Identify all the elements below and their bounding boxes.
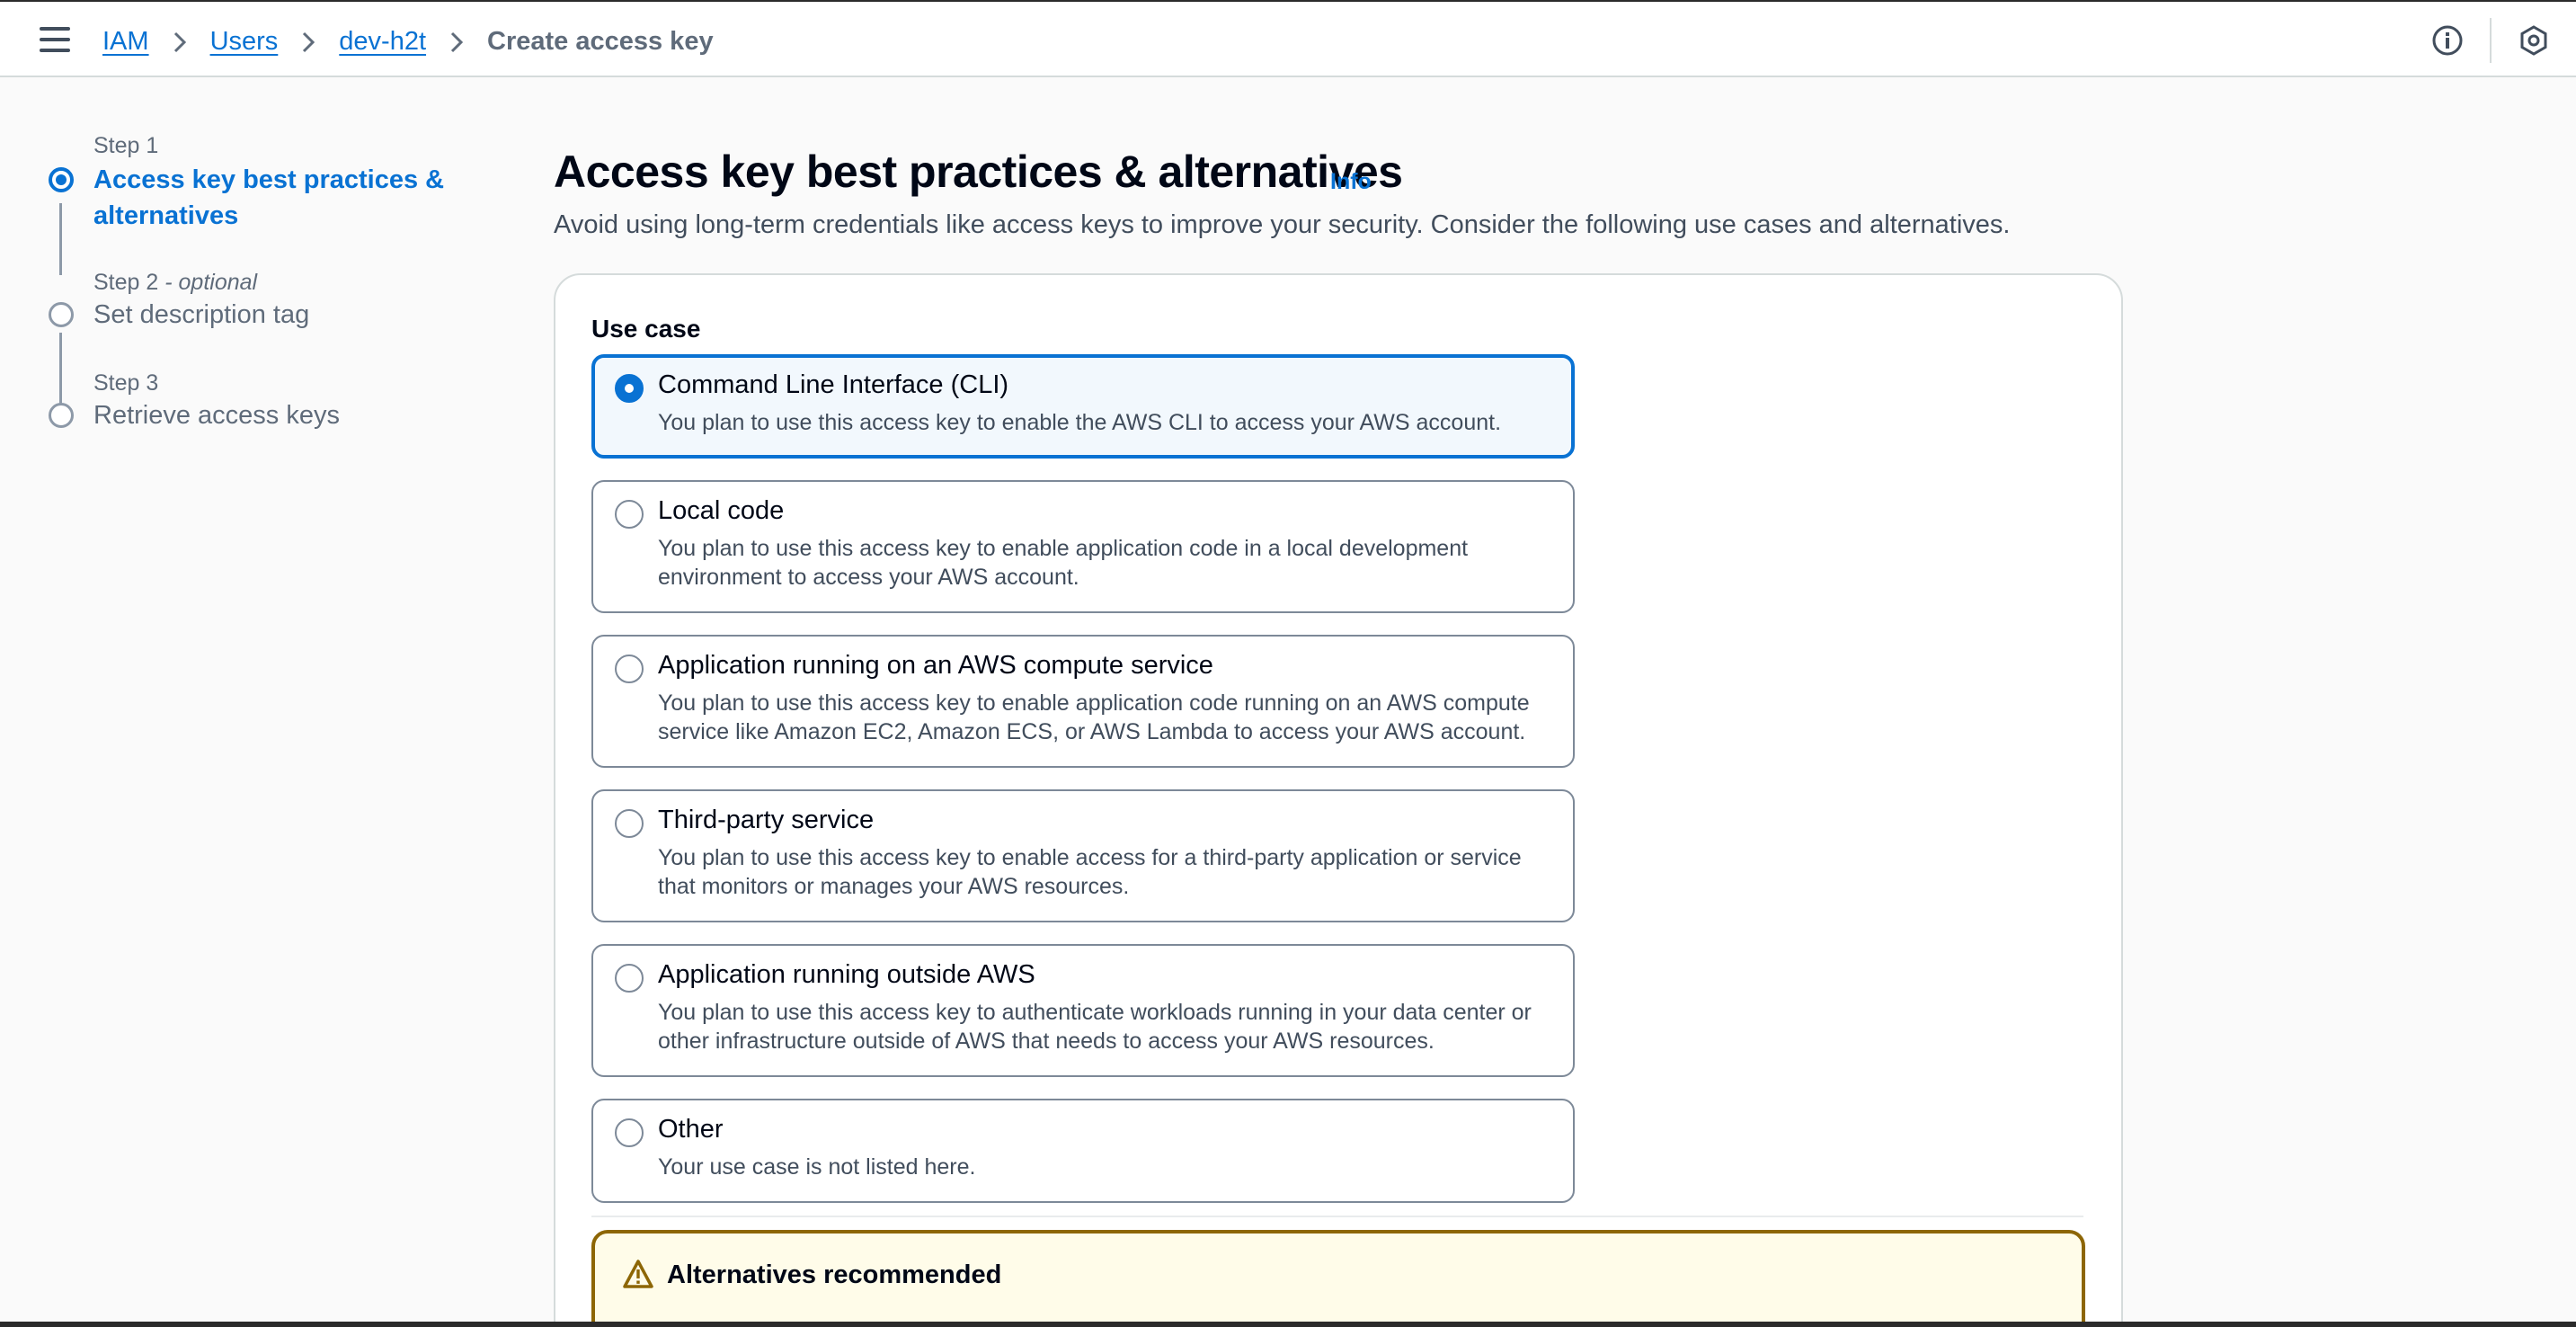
- toolbar-divider: [2490, 18, 2492, 63]
- section-divider: [591, 1216, 2083, 1217]
- breadcrumb: IAM Users dev-h2t Create access key: [102, 23, 714, 59]
- option-description: You plan to use this access key to enabl…: [658, 410, 1502, 435]
- page-description: Avoid using long-term credentials like a…: [554, 210, 2011, 239]
- use-case-label: Use case: [591, 315, 701, 343]
- alert-title: Alternatives recommended: [667, 1260, 1002, 1289]
- step-indicator-icon: [49, 302, 74, 327]
- step-label: Step 2 - optional: [93, 270, 258, 295]
- option-title: Application running outside AWS: [658, 960, 1035, 989]
- page-title: Access key best practices & alternatives: [554, 147, 1403, 197]
- radio-button[interactable]: [615, 809, 644, 838]
- option-title: Application running on an AWS compute se…: [658, 651, 1213, 680]
- radio-button[interactable]: [615, 500, 644, 529]
- breadcrumb-link-user[interactable]: dev-h2t: [339, 27, 426, 57]
- use-case-option-other[interactable]: Other Your use case is not listed here.: [591, 1099, 1575, 1203]
- chevron-right-icon: [426, 27, 487, 57]
- chevron-right-icon: [278, 27, 339, 57]
- option-title: Local code: [658, 496, 785, 525]
- use-case-option-cli[interactable]: Command Line Interface (CLI) You plan to…: [591, 354, 1575, 459]
- option-title: Third-party service: [658, 806, 875, 834]
- option-description: You plan to use this access key to enabl…: [658, 690, 1530, 744]
- step-title: Set description tag: [93, 300, 310, 329]
- use-case-option-local-code[interactable]: Local code You plan to use this access k…: [591, 480, 1575, 613]
- radio-button[interactable]: [615, 1118, 644, 1147]
- option-description: You plan to use this access key to enabl…: [658, 536, 1469, 590]
- warning-triangle-icon: [622, 1259, 654, 1289]
- option-description: You plan to use this access key to authe…: [658, 1000, 1532, 1054]
- radio-button[interactable]: [615, 655, 644, 683]
- step-connector: [59, 333, 62, 405]
- alternatives-alert: Alternatives recommended: [591, 1230, 2085, 1327]
- step-label: Step 1: [93, 133, 159, 158]
- top-navigation-bar: IAM Users dev-h2t Create access key: [0, 0, 2576, 77]
- info-circle-icon[interactable]: [2430, 23, 2465, 58]
- step-label: Step 3: [93, 370, 159, 396]
- breadcrumb-link-users[interactable]: Users: [210, 27, 279, 57]
- step-indicator-active-icon: [49, 167, 74, 192]
- option-description: Your use case is not listed here.: [658, 1154, 976, 1180]
- hamburger-menu-icon[interactable]: [40, 27, 70, 52]
- radio-button-selected[interactable]: [615, 374, 644, 403]
- step-indicator-icon: [49, 403, 74, 428]
- use-case-option-third-party[interactable]: Third-party service You plan to use this…: [591, 789, 1575, 922]
- chevron-right-icon: [149, 27, 210, 57]
- radio-button[interactable]: [615, 964, 644, 993]
- breadcrumb-link-iam[interactable]: IAM: [102, 27, 149, 57]
- breadcrumb-current: Create access key: [487, 26, 714, 56]
- step-title[interactable]: Access key best practices & alternatives: [93, 162, 471, 234]
- hexagon-settings-icon[interactable]: [2517, 23, 2551, 58]
- step-optional-label: - optional: [164, 270, 258, 295]
- step-title: Retrieve access keys: [93, 401, 340, 430]
- option-title: Command Line Interface (CLI): [658, 370, 1009, 399]
- option-description: You plan to use this access key to enabl…: [658, 845, 1522, 899]
- use-case-option-aws-compute[interactable]: Application running on an AWS compute se…: [591, 635, 1575, 768]
- info-link[interactable]: Info: [1330, 169, 1372, 195]
- use-case-option-outside-aws[interactable]: Application running outside AWS You plan…: [591, 944, 1575, 1077]
- window-bottom-edge: [0, 1322, 2576, 1327]
- step-connector: [59, 203, 62, 275]
- option-title: Other: [658, 1115, 724, 1144]
